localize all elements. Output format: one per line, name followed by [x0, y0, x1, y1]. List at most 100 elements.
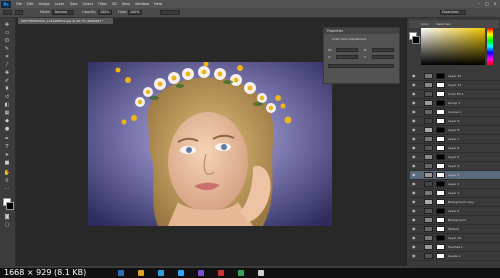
visibility-eye-icon[interactable]: ◉: [412, 155, 416, 159]
visibility-eye-icon[interactable]: ◉: [412, 83, 416, 87]
layer-thumbnail[interactable]: [424, 190, 433, 196]
eyedropper-tool-icon[interactable]: ⁄: [3, 62, 11, 69]
layer-row[interactable]: ◉ Hue/Sat 1: [410, 243, 500, 252]
start-icon[interactable]: [118, 270, 124, 276]
layer-thumbnail[interactable]: [424, 73, 433, 79]
hue-slider[interactable]: [487, 28, 493, 65]
hand-tool-icon[interactable]: ✋: [3, 170, 11, 177]
layer-thumbnail[interactable]: [424, 136, 433, 142]
visibility-eye-icon[interactable]: ◉: [412, 191, 416, 195]
menu-view[interactable]: View: [122, 2, 130, 6]
layer-row[interactable]: ◉ Layer 7: [410, 135, 500, 144]
layer-mask-thumbnail[interactable]: [436, 163, 445, 169]
visibility-eye-icon[interactable]: ◉: [412, 218, 416, 222]
explorer-icon[interactable]: [138, 270, 144, 276]
flow-field[interactable]: 100%: [128, 10, 142, 15]
marquee-tool-icon[interactable]: ▭: [3, 30, 11, 37]
layer-row[interactable]: ◉ Background: [410, 216, 500, 225]
quick-select-tool-icon[interactable]: ✎: [3, 46, 11, 53]
menu-edit[interactable]: Edit: [27, 2, 34, 6]
visibility-eye-icon[interactable]: ◉: [412, 119, 416, 123]
visibility-eye-icon[interactable]: ◉: [412, 146, 416, 150]
tab-swatches[interactable]: Swatches: [436, 22, 450, 26]
blur-tool-icon[interactable]: ◆: [3, 118, 11, 125]
tool-preset-picker[interactable]: [3, 10, 12, 15]
app-icon[interactable]: [198, 270, 204, 276]
visibility-eye-icon[interactable]: ◉: [412, 137, 416, 141]
screen-mode-icon[interactable]: ▢: [3, 222, 11, 229]
layer-row[interactable]: ◉ Layer 6: [410, 144, 500, 153]
quick-mask-icon[interactable]: ◙: [3, 214, 11, 221]
layer-row[interactable]: ◉ Group 1: [410, 99, 500, 108]
visibility-eye-icon[interactable]: ◉: [412, 182, 416, 186]
visibility-eye-icon[interactable]: ◉: [412, 236, 416, 240]
layer-thumbnail[interactable]: [424, 217, 433, 223]
visibility-eye-icon[interactable]: ◉: [412, 254, 416, 258]
visibility-eye-icon[interactable]: ◉: [412, 74, 416, 78]
history-brush-tool-icon[interactable]: ↺: [3, 94, 11, 101]
tab-color[interactable]: Color: [421, 22, 429, 26]
layer-row[interactable]: ◉ Layer 3: [410, 171, 500, 180]
layer-mask-thumbnail[interactable]: [436, 226, 445, 232]
layer-thumbnail[interactable]: [424, 118, 433, 124]
layer-thumbnail[interactable]: [424, 154, 433, 160]
visibility-eye-icon[interactable]: ◉: [412, 110, 416, 114]
prop-extra-field[interactable]: [328, 64, 394, 68]
visibility-eye-icon[interactable]: ◉: [412, 92, 416, 96]
eraser-tool-icon[interactable]: ◧: [3, 102, 11, 109]
layer-mask-thumbnail[interactable]: [436, 118, 445, 124]
layer-mask-thumbnail[interactable]: [436, 127, 445, 133]
layer-mask-thumbnail[interactable]: [436, 244, 445, 250]
opacity-field[interactable]: 100%: [98, 10, 112, 15]
more-tools-icon[interactable]: ⋯: [3, 186, 11, 193]
mode-select[interactable]: Normal: [52, 10, 74, 15]
menu-filter[interactable]: Filter: [98, 2, 107, 6]
menu-file[interactable]: File: [16, 2, 22, 6]
layer-mask-thumbnail[interactable]: [436, 208, 445, 214]
layer-mask-thumbnail[interactable]: [436, 136, 445, 142]
background-color-swatch[interactable]: [6, 202, 14, 210]
layer-mask-thumbnail[interactable]: [436, 91, 445, 97]
canvas-artwork[interactable]: [88, 62, 332, 226]
misc-icon[interactable]: [258, 270, 264, 276]
visibility-eye-icon[interactable]: ◉: [412, 173, 416, 177]
layer-row[interactable]: ◉ Levels 1: [410, 252, 500, 261]
photoshop-taskbar-icon[interactable]: [178, 270, 184, 276]
background-swatch[interactable]: [412, 36, 420, 44]
dodge-tool-icon[interactable]: ●: [3, 126, 11, 133]
browser-icon[interactable]: [158, 270, 164, 276]
extra-option-field[interactable]: [160, 10, 180, 15]
prop-w-field[interactable]: [336, 48, 358, 52]
layer-thumbnail[interactable]: [424, 181, 433, 187]
healing-brush-tool-icon[interactable]: ✚: [3, 70, 11, 77]
layer-row[interactable]: ◉ Layer 10: [410, 234, 500, 243]
layer-thumbnail[interactable]: [424, 163, 433, 169]
layer-mask-thumbnail[interactable]: [436, 145, 445, 151]
layer-thumbnail[interactable]: [424, 91, 433, 97]
layer-mask-thumbnail[interactable]: [436, 100, 445, 106]
crop-tool-icon[interactable]: ⌗: [3, 54, 11, 61]
layer-row[interactable]: ◉ Background copy: [410, 198, 500, 207]
layer-mask-thumbnail[interactable]: [436, 172, 445, 178]
layer-row[interactable]: ◉ Color Fill 1: [410, 90, 500, 99]
prop-h-field[interactable]: [372, 48, 394, 52]
path-selection-tool-icon[interactable]: ➤: [3, 152, 11, 159]
layer-thumbnail[interactable]: [424, 127, 433, 133]
visibility-eye-icon[interactable]: ◉: [412, 200, 416, 204]
color-picker-field[interactable]: [421, 28, 485, 65]
layer-row[interactable]: ◉ Texture: [410, 225, 500, 234]
visibility-eye-icon[interactable]: ◉: [412, 209, 416, 213]
layer-thumbnail[interactable]: [424, 172, 433, 178]
layer-mask-thumbnail[interactable]: [436, 109, 445, 115]
visibility-eye-icon[interactable]: ◉: [412, 164, 416, 168]
layer-row[interactable]: ◉ Layer 12: [410, 72, 500, 81]
layer-row[interactable]: ◉ Layer 2: [410, 180, 500, 189]
menu-3d[interactable]: 3D: [112, 2, 117, 6]
layer-thumbnail[interactable]: [424, 235, 433, 241]
layer-mask-thumbnail[interactable]: [436, 73, 445, 79]
layer-mask-thumbnail[interactable]: [436, 82, 445, 88]
prop-y-field[interactable]: [372, 55, 394, 59]
minimize-icon[interactable]: –: [476, 1, 482, 6]
pen-tool-icon[interactable]: ✒: [3, 136, 11, 143]
layer-mask-thumbnail[interactable]: [436, 235, 445, 241]
